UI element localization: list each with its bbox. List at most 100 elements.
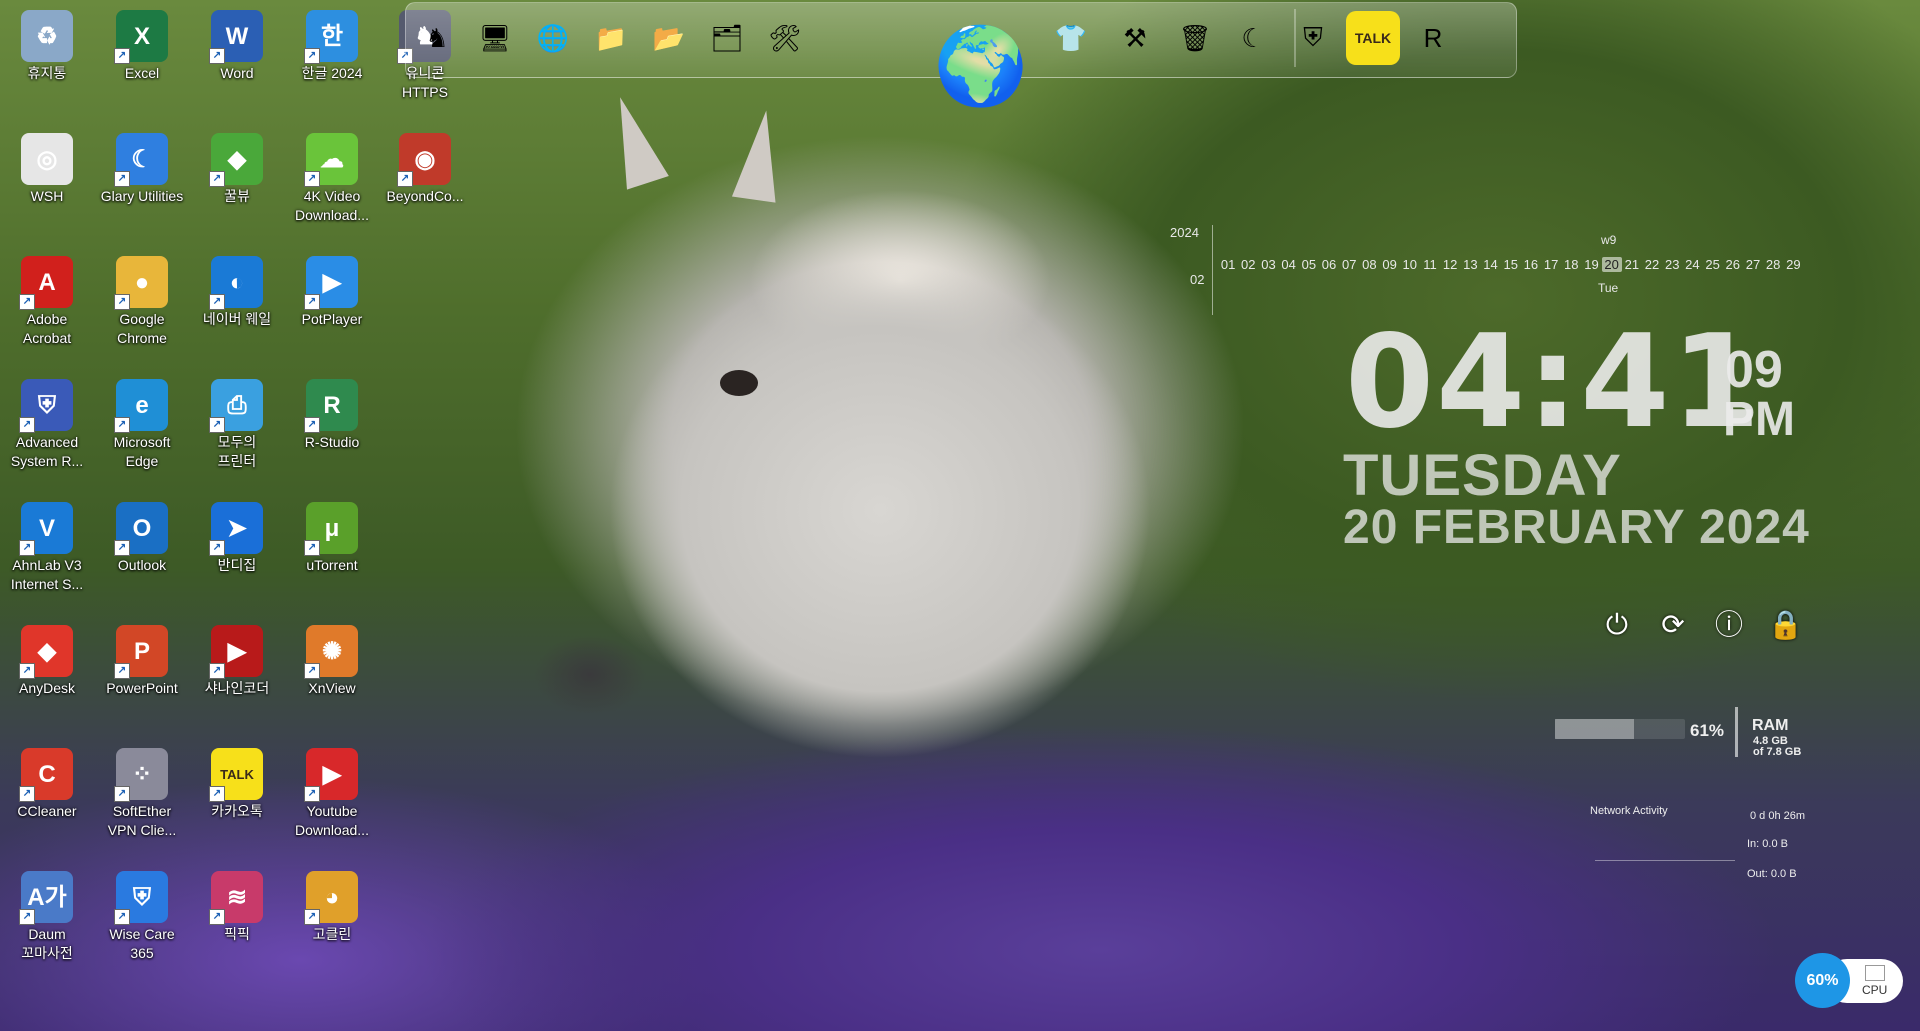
youtube-downloader-icon: ▶ ↗ bbox=[304, 748, 358, 802]
dock-launcher: ♞ 🖥 🌐 📁 📂 🗂 🛠 🌍 👕 ⚒ 🗑 ☾ ⛨ TALK R bbox=[405, 2, 1517, 109]
honeyview-icon: ◆ ↗ bbox=[209, 133, 263, 187]
calendar-day: 26 bbox=[1725, 257, 1741, 272]
desktop-icon[interactable]: A가 ↗ Daum 꼬마사전 bbox=[2, 865, 92, 963]
computer-icon[interactable]: 🖥 bbox=[468, 11, 522, 65]
calendar-day: 29 bbox=[1786, 257, 1801, 272]
desktop-icon[interactable]: ⛨ ↗ Wise Care 365 bbox=[97, 865, 187, 963]
desktop-icon[interactable]: ⁘ ↗ SoftEther VPN Clie... bbox=[97, 742, 187, 840]
desktop-icon[interactable]: ♻ 휴지통 bbox=[2, 4, 92, 83]
restart-icon[interactable]: ⟳ bbox=[1656, 608, 1690, 642]
desktop-icon[interactable]: ☁ ↗ 4K Video Download... bbox=[287, 127, 377, 225]
desktop-icon[interactable]: e ↗ Microsoft Edge bbox=[97, 373, 187, 471]
power-icon[interactable]: ⏻ bbox=[1600, 608, 1634, 642]
desktop-icon[interactable]: ⛨ ↗ Advanced System R... bbox=[2, 373, 92, 471]
desktop-icon-label: WSH bbox=[30, 188, 64, 204]
desktop-icon-label: Adobe Acrobat bbox=[22, 311, 72, 346]
desktop-icon[interactable]: X ↗ Excel bbox=[97, 4, 187, 83]
desktop-icon[interactable]: 한 ↗ 한글 2024 bbox=[287, 4, 377, 83]
shortcut-arrow-icon: ↗ bbox=[304, 909, 320, 925]
glary-moon-icon[interactable]: ☾ bbox=[1226, 11, 1280, 65]
wise-shield-icon[interactable]: ⛨ bbox=[1286, 11, 1340, 65]
r-drive-icon[interactable]: R bbox=[1406, 11, 1460, 65]
shortcut-arrow-icon: ↗ bbox=[209, 417, 225, 433]
desktop-icon[interactable]: W ↗ Word bbox=[192, 4, 282, 83]
desktop-icon-label: Wise Care 365 bbox=[109, 926, 175, 961]
wallpaper-horse-ear bbox=[731, 107, 789, 203]
desktop-icon[interactable]: ◆ ↗ AnyDesk bbox=[2, 619, 92, 698]
clock-weekday: TUESDAY bbox=[1343, 443, 1622, 508]
shana-encoder-icon: ▶ ↗ bbox=[209, 625, 263, 679]
ahnlab-v3-icon: V ↗ bbox=[19, 502, 73, 556]
desktop-icon[interactable]: P ↗ PowerPoint bbox=[97, 619, 187, 698]
shortcut-arrow-icon: ↗ bbox=[19, 417, 35, 433]
shortcut-arrow-icon: ↗ bbox=[304, 417, 320, 433]
desktop-icon-label: Outlook bbox=[117, 557, 167, 573]
desktop-icon[interactable]: ▶ ↗ 샤나인코더 bbox=[192, 619, 282, 698]
desktop-icon[interactable]: ◉ ↗ BeyondCo... bbox=[380, 127, 470, 206]
settings-tools-icon[interactable]: ⚒ bbox=[1108, 11, 1162, 65]
network-globe-icon[interactable]: 🌐 bbox=[526, 11, 580, 65]
desktop-icon[interactable]: ▶ ↗ Youtube Download... bbox=[287, 742, 377, 840]
desktop-icon[interactable]: ≋ ↗ 픽픽 bbox=[192, 865, 282, 944]
desktop-icon[interactable]: ◆ ↗ 꿀뷰 bbox=[192, 127, 282, 206]
desktop-icon[interactable]: ☾ ↗ Glary Utilities bbox=[97, 127, 187, 206]
desktop-icon[interactable]: O ↗ Outlook bbox=[97, 496, 187, 575]
desktop-icon-label: Excel bbox=[124, 65, 160, 81]
folder-icon[interactable]: 📁 bbox=[584, 11, 638, 65]
desktop-icon-label: BeyondCo... bbox=[386, 188, 464, 204]
folder-green-icon[interactable]: 📂 bbox=[642, 11, 696, 65]
internet-globe-icon[interactable]: 🌍 bbox=[926, 11, 1036, 121]
desktop-icon[interactable]: ◎ WSH bbox=[2, 127, 92, 206]
clock-time: 04:41 bbox=[1345, 308, 1763, 457]
tools-icon[interactable]: 🛠 bbox=[758, 11, 812, 65]
desktop-icon[interactable]: μ ↗ uTorrent bbox=[287, 496, 377, 575]
adobe-acrobat-icon: A ↗ bbox=[19, 256, 73, 310]
cpu-widget[interactable]: CPU 60% bbox=[1795, 953, 1905, 1008]
desktop-icon[interactable]: C ↗ CCleaner bbox=[2, 742, 92, 821]
desktop-icon[interactable]: ◐ ↗ 네이버 웨일 bbox=[192, 250, 282, 329]
calendar-divider bbox=[1212, 225, 1213, 315]
shortcut-arrow-icon: ↗ bbox=[114, 171, 130, 187]
ram-percent: 61% bbox=[1690, 721, 1725, 740]
advanced-system-repair-icon: ⛨ ↗ bbox=[19, 379, 73, 433]
calendar-day: 17 bbox=[1543, 257, 1559, 272]
tshirt-icon[interactable]: 👕 bbox=[1044, 11, 1098, 65]
recycle-bin-icon[interactable]: 🗑 bbox=[1168, 11, 1222, 65]
xnview-icon: ✺ ↗ bbox=[304, 625, 358, 679]
desktop-icon[interactable]: ▶ ↗ PotPlayer bbox=[287, 250, 377, 329]
https-unicorn-icon[interactable]: ♞ bbox=[410, 11, 464, 65]
calendar-day: 13 bbox=[1463, 257, 1478, 272]
desktop-icon-label: Google Chrome bbox=[117, 311, 167, 346]
calendar-day: 09 bbox=[1382, 257, 1397, 272]
desktop-icon[interactable]: ⎙ ↗ 모두의 프린터 bbox=[192, 373, 282, 471]
desktop-icon[interactable]: V ↗ AhnLab V3 Internet S... bbox=[2, 496, 92, 594]
desktop-icon-label: AnyDesk bbox=[18, 680, 76, 696]
wallpaper-horse-eye bbox=[720, 370, 758, 396]
picture-folder-icon[interactable]: 🗂 bbox=[700, 11, 754, 65]
desktop-icon[interactable]: ● ↗ Google Chrome bbox=[97, 250, 187, 348]
desktop-icon-label: Daum 꼬마사전 bbox=[21, 926, 73, 961]
desktop-icon-label: uTorrent bbox=[306, 557, 358, 573]
shortcut-arrow-icon: ↗ bbox=[19, 294, 35, 310]
calendar-day: 03 bbox=[1261, 257, 1276, 272]
kakaotalk-icon[interactable]: TALK bbox=[1346, 11, 1400, 65]
desktop-icon-label: PowerPoint bbox=[106, 680, 178, 696]
desktop-icon[interactable]: ◕ ↗ 고클린 bbox=[287, 865, 377, 944]
ram-usage: 4.8 GB of 7.8 GB bbox=[1753, 736, 1833, 758]
shortcut-arrow-icon: ↗ bbox=[19, 540, 35, 556]
desktop-icon[interactable]: ✺ ↗ XnView bbox=[287, 619, 377, 698]
shortcut-arrow-icon: ↗ bbox=[304, 48, 320, 64]
shortcut-arrow-icon: ↗ bbox=[19, 909, 35, 925]
desktop-icon[interactable]: TALK ↗ 카카오톡 bbox=[192, 742, 282, 821]
anydesk-icon: ◆ ↗ bbox=[19, 625, 73, 679]
shutdown-info-icon[interactable]: ⓘ bbox=[1712, 608, 1746, 642]
desktop-icon[interactable]: R ↗ R-Studio bbox=[287, 373, 377, 452]
lock-icon[interactable]: 🔒 bbox=[1768, 608, 1803, 642]
shortcut-arrow-icon: ↗ bbox=[19, 663, 35, 679]
desktop-icon-label: R-Studio bbox=[304, 434, 360, 450]
calendar-day: 08 bbox=[1362, 257, 1377, 272]
desktop-icon-label: 반디집 bbox=[217, 557, 257, 573]
desktop-icon-label: CCleaner bbox=[17, 803, 77, 819]
desktop-icon[interactable]: A ↗ Adobe Acrobat bbox=[2, 250, 92, 348]
desktop-icon[interactable]: ➤ ↗ 반디집 bbox=[192, 496, 282, 575]
